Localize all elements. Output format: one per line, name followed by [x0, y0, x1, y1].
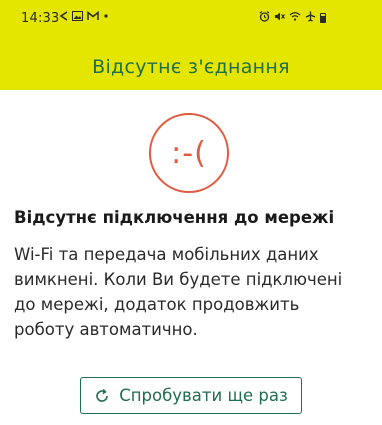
battery-icon: [320, 13, 326, 23]
status-time: 14:33: [21, 11, 60, 26]
page-title: Відсутнє з'єднання: [92, 56, 290, 78]
wifi-off-icon: [289, 11, 301, 25]
status-right-icons: [259, 11, 326, 25]
gallery-icon: [72, 11, 83, 24]
alarm-icon: [259, 11, 270, 25]
mute-icon: [274, 11, 285, 25]
retry-button-label: Спробувати ще раз: [119, 386, 288, 405]
navigation-icon: [59, 11, 68, 24]
status-bar: 14:33: [0, 0, 382, 40]
status-left-icons: [59, 10, 109, 24]
refresh-icon: [94, 388, 110, 404]
retry-button[interactable]: Спробувати ще раз: [80, 377, 302, 414]
no-connection-screen: 14:33 Відсутнє з'єднання:-(Відсутнє пі…: [0, 0, 382, 425]
error-heading: Відсутнє підключення до мережі: [14, 208, 335, 227]
gmail-icon: [87, 10, 99, 24]
app-header: 14:33 Відсутнє з'єднання: [0, 0, 382, 90]
error-message: Wi-Fi та передача мобільних даних вимкне…: [14, 245, 343, 339]
sad-face-icon: :-(: [149, 113, 229, 193]
sad-face-glyph: :-(: [171, 135, 207, 171]
dot-icon: [103, 11, 109, 24]
airplane-icon: [305, 11, 316, 25]
